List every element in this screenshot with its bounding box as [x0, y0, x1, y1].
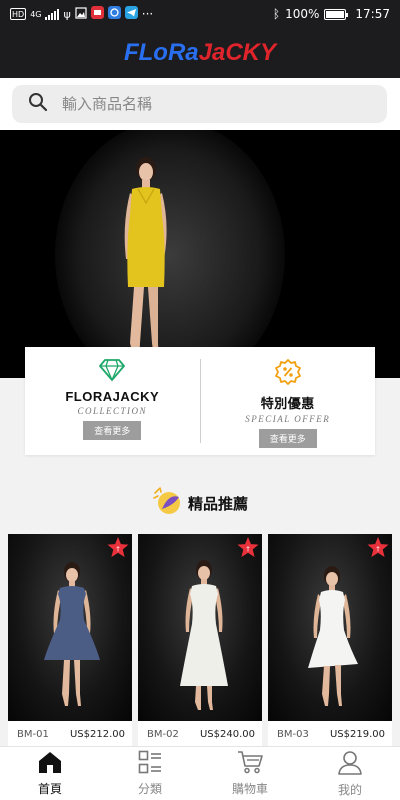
special-offer-view-more-button[interactable]: 查看更多: [258, 429, 317, 448]
special-offer-card[interactable]: 特別優惠 SPECIAL OFFER 查看更多: [201, 347, 376, 455]
nav-home[interactable]: 首頁: [0, 747, 100, 800]
diamond-icon: [99, 359, 126, 385]
favorite-star-icon[interactable]: †: [236, 536, 260, 564]
svg-text:†: †: [116, 545, 120, 553]
product-card[interactable]: † BM-02 US$240.00: [138, 534, 262, 747]
app-notification-icon: [90, 6, 104, 22]
clock: 17:57: [355, 7, 390, 21]
product-code: BM-02: [147, 728, 179, 740]
product-price: US$212.00: [69, 728, 125, 740]
search-section: [0, 78, 400, 130]
collection-card-subtitle: COLLECTION: [77, 406, 148, 416]
network-type: 4G: [30, 9, 42, 19]
product-code: BM-01: [17, 728, 49, 740]
image-notification-icon: [75, 6, 87, 22]
product-dress: [44, 586, 100, 660]
battery-icon: [324, 8, 349, 20]
status-bar: HD 4G ψ ··· ᛒ 100% 17:57: [0, 0, 400, 28]
recommend-badge-icon: [152, 487, 182, 519]
product-image[interactable]: †: [268, 534, 392, 721]
special-offer-subtitle: SPECIAL OFFER: [245, 414, 331, 424]
battery-percent: 100%: [285, 7, 320, 21]
cart-icon: [237, 750, 263, 778]
product-image[interactable]: †: [138, 534, 262, 721]
bottom-navigation: 首頁 分類 購物車 我的: [0, 746, 400, 800]
search-box[interactable]: [12, 85, 387, 123]
usb-icon: ψ: [63, 7, 71, 21]
product-code: BM-03: [277, 728, 309, 740]
search-input[interactable]: [62, 95, 342, 113]
product-list: † BM-01 US$212.00 † BM-02 US$240.00 † BM…: [8, 534, 392, 747]
percent-icon: [274, 359, 301, 389]
category-icon: [138, 750, 162, 778]
svg-text:†: †: [246, 545, 250, 553]
nav-profile[interactable]: 我的: [300, 747, 400, 800]
hero-banner[interactable]: [0, 130, 400, 378]
banner-model-image: [124, 157, 167, 365]
product-price: US$240.00: [199, 728, 255, 740]
home-icon: [37, 750, 63, 778]
product-meta: BM-02 US$240.00: [138, 721, 262, 747]
product-image[interactable]: †: [8, 534, 132, 721]
telegram-icon: [124, 6, 138, 22]
recommendation-heading: 精品推薦: [0, 485, 400, 521]
nav-home-label: 首頁: [37, 782, 62, 796]
browser-notification-icon: [107, 6, 121, 22]
special-offer-title: 特別優惠: [260, 396, 315, 411]
signal-icon: [45, 8, 60, 20]
logo-part-1: FLoRa: [123, 39, 199, 66]
hd-indicator: HD: [10, 8, 27, 20]
nav-cart[interactable]: 購物車: [200, 747, 300, 800]
search-icon: [28, 92, 48, 116]
collection-card[interactable]: FLORAJACKY COLLECTION 查看更多: [25, 347, 200, 455]
app-header: FLoRaJaCKY: [0, 28, 400, 78]
favorite-star-icon[interactable]: †: [366, 536, 390, 564]
product-price: US$219.00: [329, 728, 385, 740]
product-dress: [180, 584, 228, 686]
product-card[interactable]: † BM-01 US$212.00: [8, 534, 132, 747]
collection-cards: FLORAJACKY COLLECTION 查看更多 特別優惠 SPECIAL …: [25, 347, 375, 455]
favorite-star-icon[interactable]: †: [106, 536, 130, 564]
product-meta: BM-01 US$212.00: [8, 721, 132, 747]
logo-part-2: JaCKY: [198, 39, 277, 66]
brand-logo[interactable]: FLoRaJaCKY: [124, 39, 276, 67]
bluetooth-icon: ᛒ: [272, 7, 281, 21]
product-card[interactable]: † BM-03 US$219.00: [268, 534, 392, 747]
nav-category[interactable]: 分類: [100, 747, 200, 800]
recommendation-title: 精品推薦: [187, 494, 248, 513]
nav-cart-label: 購物車: [231, 782, 268, 796]
user-icon: [337, 749, 363, 779]
app-screen: HD 4G ψ ··· ᛒ 100% 17:57 FLoRaJaCKY 輸入商品…: [0, 0, 400, 800]
nav-profile-label: 我的: [337, 783, 362, 797]
nav-category-label: 分類: [137, 782, 162, 796]
svg-text:†: †: [376, 545, 380, 553]
product-meta: BM-03 US$219.00: [268, 721, 392, 747]
collection-view-more-button[interactable]: 查看更多: [83, 421, 142, 440]
more-notifications: ···: [141, 7, 154, 21]
collection-card-title: FLORAJACKY: [65, 389, 160, 404]
